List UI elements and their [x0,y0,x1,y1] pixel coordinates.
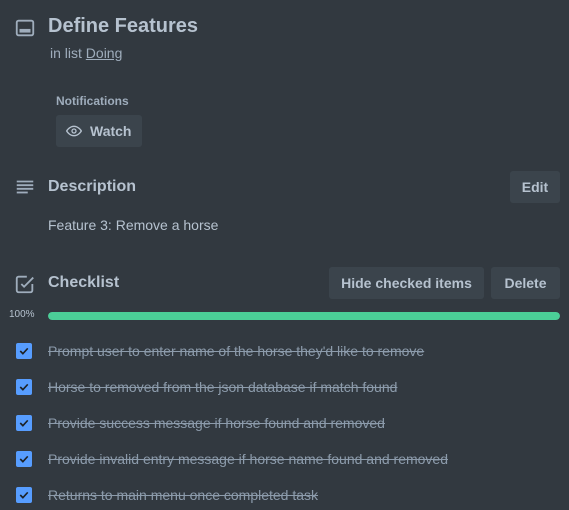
checkbox[interactable] [16,415,32,431]
eye-icon [66,123,82,139]
description-icon [14,176,36,198]
card-icon [14,17,36,39]
edit-description-button[interactable]: Edit [510,171,560,203]
description-text[interactable]: Feature 3: Remove a horse [48,217,218,233]
checklist-item-text[interactable]: Returns to main menu once completed task [48,487,318,503]
checkbox[interactable] [16,487,32,503]
checkbox[interactable] [16,379,32,395]
checklist-title[interactable]: Checklist [48,274,119,292]
checklist-item[interactable]: Returns to main menu once completed task [0,481,569,510]
description-title: Description [48,178,137,195]
checklist-item-text[interactable]: Provide invalid entry message if horse n… [48,451,448,467]
list-link[interactable]: Doing [86,45,123,61]
list-info: in list Doing [50,45,122,61]
delete-checklist-button[interactable]: Delete [491,267,560,299]
checkmark-icon [19,491,29,499]
checkmark-icon [19,383,29,391]
checkmark-icon [19,347,29,355]
watch-button[interactable]: Watch [56,115,142,147]
watch-label: Watch [90,123,132,139]
progress-percent: 100% [9,309,35,320]
checklist-item[interactable]: Provide success message if horse found a… [0,409,569,439]
checklist-item-text[interactable]: Prompt user to enter name of the horse t… [48,343,424,359]
checklist-icon [14,273,36,295]
checklist-item[interactable]: Provide invalid entry message if horse n… [0,445,569,475]
progress-fill [48,312,560,320]
checkmark-icon [19,455,29,463]
checkbox[interactable] [16,451,32,467]
card-detail: Define Features in list Doing Notificati… [0,0,569,510]
notifications-label: Notifications [56,94,129,108]
checkmark-icon [19,419,29,427]
progress-bar [48,312,560,320]
hide-checked-items-button[interactable]: Hide checked items [329,267,484,299]
checklist-item[interactable]: Horse to removed from the json database … [0,373,569,403]
checklist-item[interactable]: Prompt user to enter name of the horse t… [0,337,569,367]
in-list-prefix: in list [50,45,82,61]
checklist-item-text[interactable]: Horse to removed from the json database … [48,379,397,395]
checkbox[interactable] [16,343,32,359]
checklist-item-text[interactable]: Provide success message if horse found a… [48,415,385,431]
card-title[interactable]: Define Features [48,15,198,38]
